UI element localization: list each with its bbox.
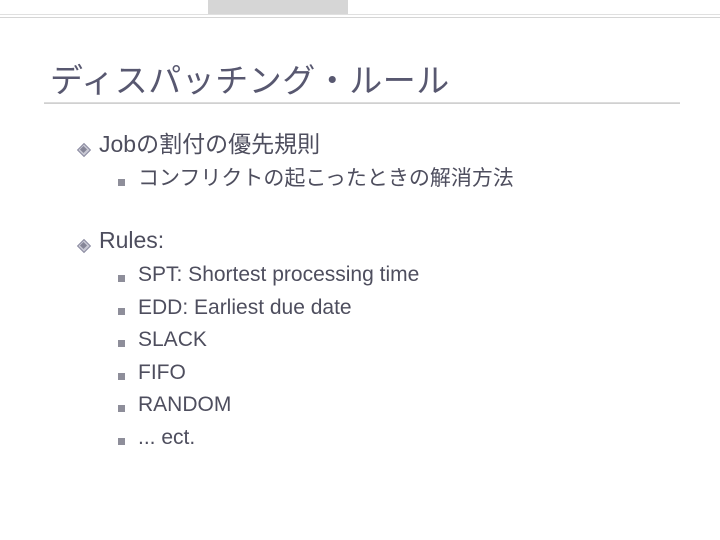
list-subitem: RANDOM [118,389,638,422]
header-accent-block [208,0,348,14]
list-subitem-label: EDD: Earliest due date [138,292,352,325]
list-subitem-label: SLACK [138,324,207,357]
square-bullet-icon [118,423,125,456]
square-bullet-icon [118,325,125,358]
square-bullet-icon [118,293,125,326]
square-bullet-icon [118,260,125,293]
title-underline [44,102,680,104]
list-subitem-label: FIFO [138,357,186,390]
list-item: Rules: [78,224,638,257]
list-subitem: SLACK [118,324,638,357]
list-subitem: コンフリクトの起こったときの解消方法 [118,163,638,196]
slide-title: ディスパッチング・ルール [50,54,450,102]
list-subitem-label: SPT: Shortest processing time [138,259,419,292]
header-top-rule [0,14,720,18]
list-item-label: Jobの割付の優先規則 [99,128,320,161]
list-item-label: Rules: [99,224,164,257]
square-bullet-icon [118,358,125,391]
slide-body: Jobの割付の優先規則 コンフリクトの起こったときの解消方法 Rules: SP… [78,128,638,455]
list-subitem-label: RANDOM [138,389,231,422]
list-subitem-label: ... ect. [138,422,195,455]
list-subitem: ... ect. [118,422,638,455]
square-bullet-icon [118,164,125,197]
list-item: Jobの割付の優先規則 [78,128,638,161]
slide: ディスパッチング・ルール Jobの割付の優先規則 コンフリクトの起こったときの解… [0,0,720,540]
list-subitem: EDD: Earliest due date [118,292,638,325]
diamond-bullet-icon [78,227,89,260]
square-bullet-icon [118,390,125,423]
list-subitem: FIFO [118,357,638,390]
spacer [78,196,638,224]
diamond-bullet-icon [78,131,89,164]
list-subitem-label: コンフリクトの起こったときの解消方法 [138,163,514,196]
list-subitem: SPT: Shortest processing time [118,259,638,292]
